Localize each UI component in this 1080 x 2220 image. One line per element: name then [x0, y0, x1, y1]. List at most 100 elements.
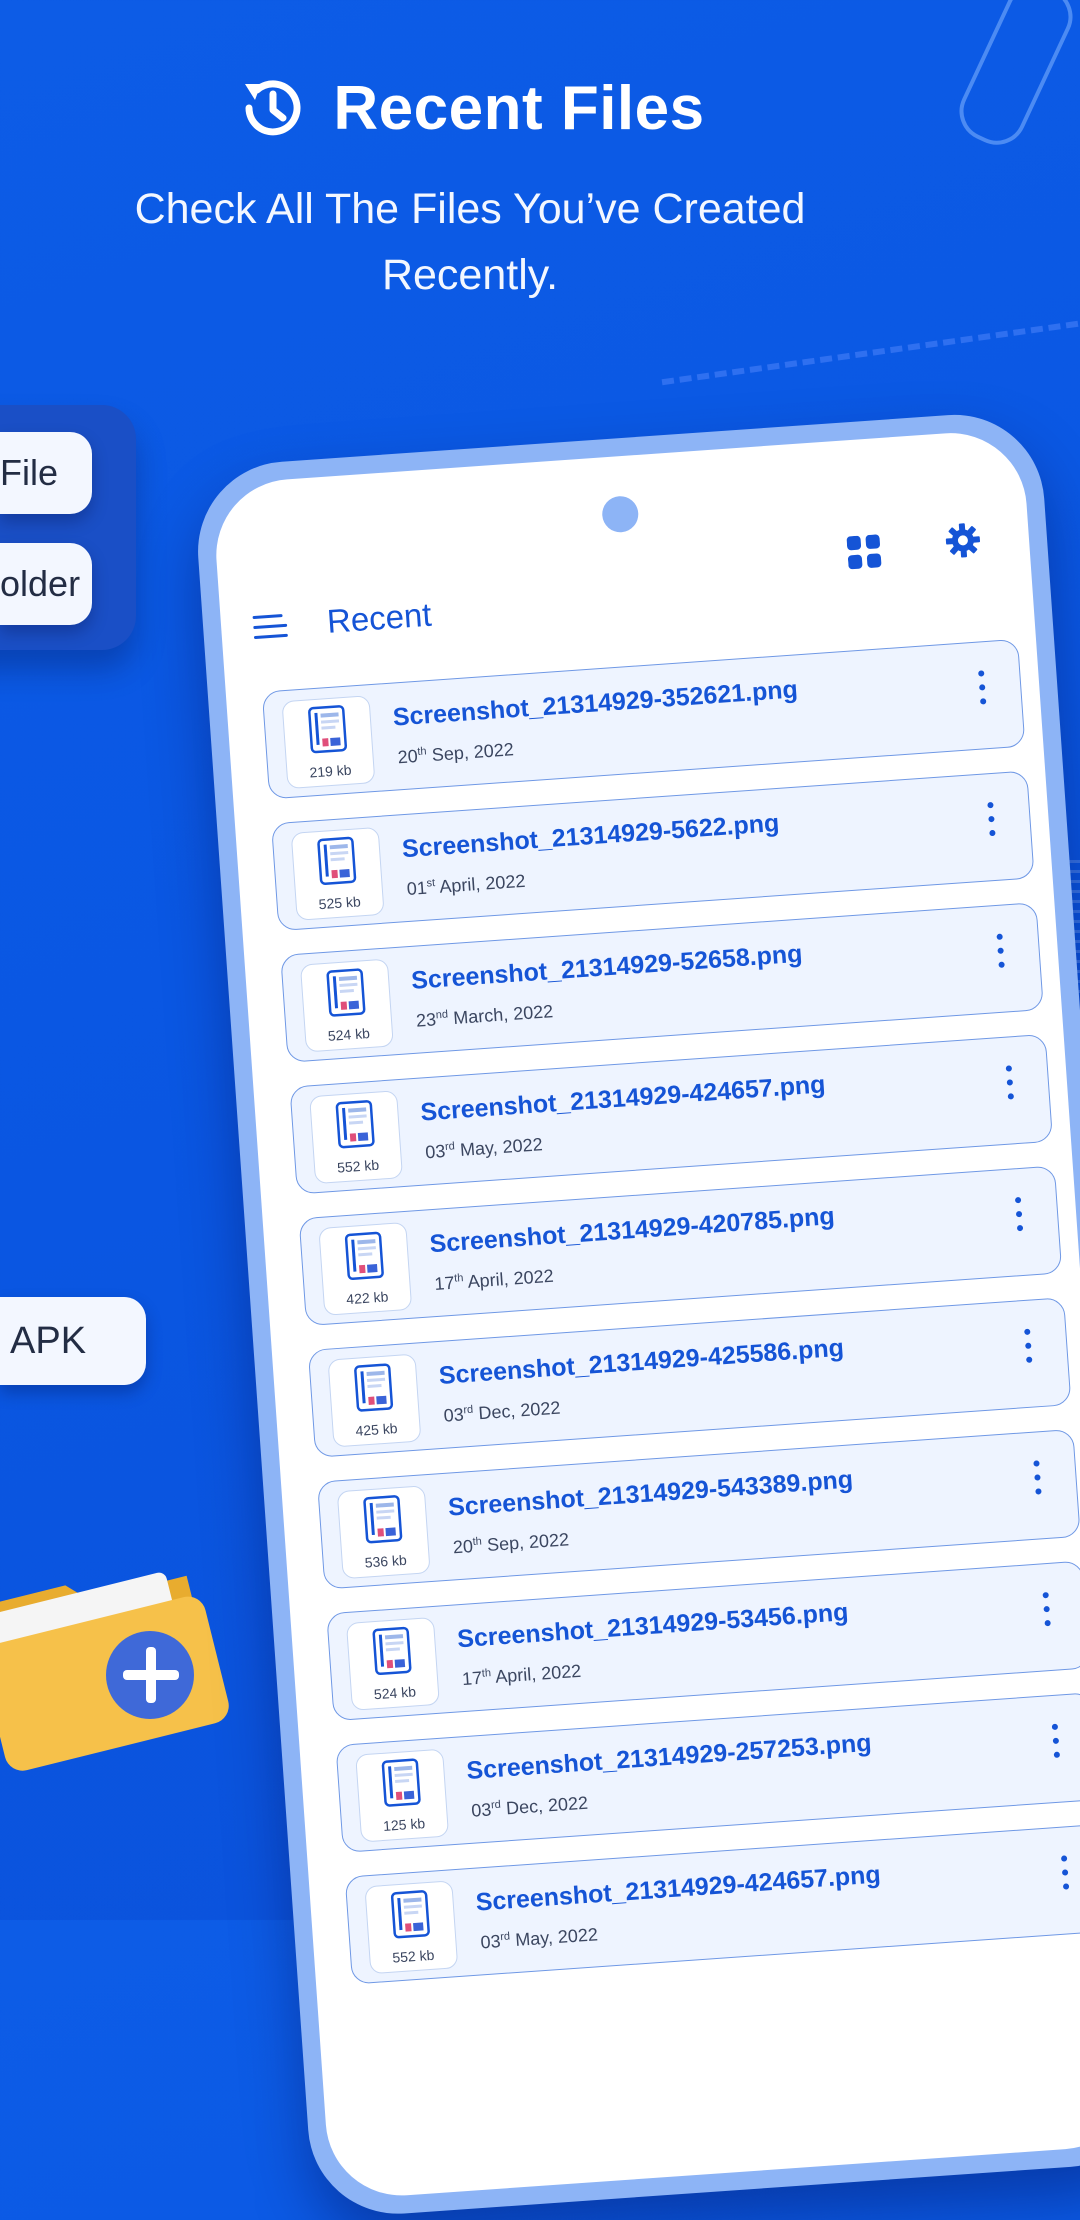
file-size: 125 kb [382, 1815, 426, 1834]
more-options-icon[interactable] [1023, 1328, 1033, 1365]
file-date: 03rd May, 2022 [480, 1924, 599, 1953]
file-size: 552 kb [336, 1156, 380, 1176]
decorative-dashed-line [661, 320, 1079, 386]
date-rest: April, 2022 [490, 1660, 582, 1688]
file-row[interactable]: 524 kb Screenshot_21314929-52658.png 23n… [280, 902, 1044, 1063]
file-thumbnail: 425 kb [327, 1353, 422, 1448]
file-size: 425 kb [354, 1420, 399, 1439]
screenshot-thumbnail-icon [363, 1495, 403, 1544]
title-row: Recent Files [0, 70, 940, 146]
file-size: 524 kb [327, 1024, 371, 1044]
file-row[interactable]: 125 kb Screenshot_21314929-257253.png 03… [335, 1692, 1080, 1853]
file-thumbnail: 552 kb [309, 1090, 404, 1185]
more-options-icon[interactable] [995, 933, 1005, 970]
date-day: 17 [433, 1272, 456, 1295]
more-options-icon[interactable] [1042, 1591, 1052, 1628]
file-size: 552 kb [391, 1946, 435, 1966]
date-day: 03 [424, 1141, 446, 1163]
date-rest: April, 2022 [434, 870, 526, 898]
file-size: 525 kb [318, 893, 362, 913]
file-name: Screenshot_21314929-424657.png [419, 1070, 827, 1127]
app-title: Recent [325, 595, 433, 640]
file-row[interactable]: 425 kb Screenshot_21314929-425586.png 03… [307, 1297, 1072, 1458]
file-name: Screenshot_21314929-52658.png [410, 939, 804, 995]
file-thumbnail: 524 kb [345, 1616, 440, 1711]
date-rest: Dec, 2022 [500, 1792, 589, 1819]
add-folder-icon [0, 1572, 229, 1771]
more-options-icon[interactable] [1005, 1065, 1015, 1101]
file-size: 422 kb [345, 1288, 389, 1308]
file-date: 17th April, 2022 [461, 1661, 581, 1690]
file-name: Screenshot_21314929-257253.png [465, 1728, 873, 1785]
more-options-icon[interactable] [1014, 1196, 1024, 1233]
date-day: 20 [452, 1536, 474, 1558]
gear-icon[interactable] [944, 521, 982, 559]
camera-punch-hole [601, 495, 640, 534]
chip-label: APK [10, 1319, 87, 1362]
file-name: Screenshot_21314929-424657.png [474, 1860, 882, 1917]
file-name: Screenshot_21314929-420785.png [428, 1202, 836, 1259]
file-name: Screenshot_21314929-543389.png [447, 1465, 854, 1522]
hamburger-icon[interactable] [252, 612, 288, 642]
file-thumbnail: 525 kb [290, 826, 385, 921]
file-row[interactable]: 536 kb Screenshot_21314929-543389.png 20… [317, 1428, 1080, 1590]
file-size: 524 kb [373, 1683, 417, 1703]
file-thumbnail: 552 kb [364, 1880, 459, 1975]
more-options-icon[interactable] [986, 801, 996, 838]
screenshot-thumbnail-icon [308, 705, 348, 754]
file-thumbnail: 524 kb [299, 958, 394, 1053]
file-row[interactable]: 219 kb Screenshot_21314929-352621.png 20… [261, 638, 1026, 800]
promo-subtitle: Check All The Files You’ve Created Recen… [134, 185, 806, 299]
file-row[interactable]: 552 kb Screenshot_21314929-424657.png 03… [289, 1033, 1054, 1195]
date-rest: May, 2022 [454, 1134, 544, 1161]
new-folder-chip[interactable]: older [0, 543, 92, 625]
apk-chip[interactable]: APK [0, 1297, 146, 1385]
file-name: Screenshot_21314929-425586.png [437, 1333, 845, 1390]
date-day: 01 [406, 877, 428, 900]
file-row[interactable]: 552 kb Screenshot_21314929-424657.png 03… [344, 1823, 1080, 1985]
new-file-chip[interactable]: File [0, 432, 92, 514]
date-rest: March, 2022 [447, 1001, 554, 1029]
more-options-icon[interactable] [977, 670, 987, 706]
file-row[interactable]: 525 kb Screenshot_21314929-5622.png 01st… [270, 770, 1035, 932]
screenshot-thumbnail-icon [354, 1363, 394, 1412]
file-size: 219 kb [308, 761, 353, 781]
phone-mockup: Recent 219 kb Screenshot_21314929-352621… [192, 408, 1080, 2220]
date-rest: April, 2022 [462, 1265, 555, 1293]
date-day: 03 [470, 1799, 493, 1821]
recent-file-list: 219 kb Screenshot_21314929-352621.png 20… [261, 638, 1080, 2009]
chip-label: File [0, 452, 59, 493]
file-name: Screenshot_21314929-53456.png [456, 1598, 850, 1654]
more-options-icon[interactable] [1032, 1460, 1042, 1496]
chip-label: older [0, 563, 81, 604]
date-day: 03 [443, 1404, 465, 1426]
screenshot-thumbnail-icon [335, 1100, 375, 1149]
file-date: 01st April, 2022 [406, 871, 526, 900]
date-day: 17 [461, 1667, 483, 1690]
file-row[interactable]: 524 kb Screenshot_21314929-53456.png 17t… [326, 1560, 1080, 1722]
more-options-icon[interactable] [1060, 1855, 1070, 1891]
app-bar: Recent [248, 523, 1004, 658]
file-date: 23nd March, 2022 [415, 1001, 553, 1032]
file-name: Screenshot_21314929-5622.png [401, 808, 781, 864]
grid-view-icon[interactable] [846, 534, 882, 570]
file-row[interactable]: 422 kb Screenshot_21314929-420785.png 17… [298, 1165, 1063, 1327]
date-day: 20 [396, 745, 419, 768]
promo-title: Recent Files [333, 73, 705, 143]
history-icon [245, 80, 301, 136]
screenshot-thumbnail-icon [344, 1231, 384, 1281]
decorative-clip [920, 0, 1080, 150]
screenshot-thumbnail-icon [390, 1890, 430, 1939]
date-day: 03 [479, 1931, 502, 1953]
date-rest: Dec, 2022 [472, 1397, 562, 1424]
phone-screen: Recent 219 kb Screenshot_21314929-352621… [211, 428, 1080, 2201]
more-options-icon[interactable] [1051, 1723, 1061, 1760]
file-date: 20th Sep, 2022 [397, 739, 514, 768]
screenshot-thumbnail-icon [317, 836, 357, 885]
file-thumbnail: 422 kb [318, 1221, 413, 1316]
screenshot-thumbnail-icon [326, 968, 366, 1017]
file-date: 03rd Dec, 2022 [471, 1793, 589, 1822]
screenshot-thumbnail-icon [372, 1626, 412, 1676]
file-date: 03rd Dec, 2022 [443, 1398, 561, 1427]
promo-header: Recent Files Check All The Files You’ve … [0, 70, 940, 308]
